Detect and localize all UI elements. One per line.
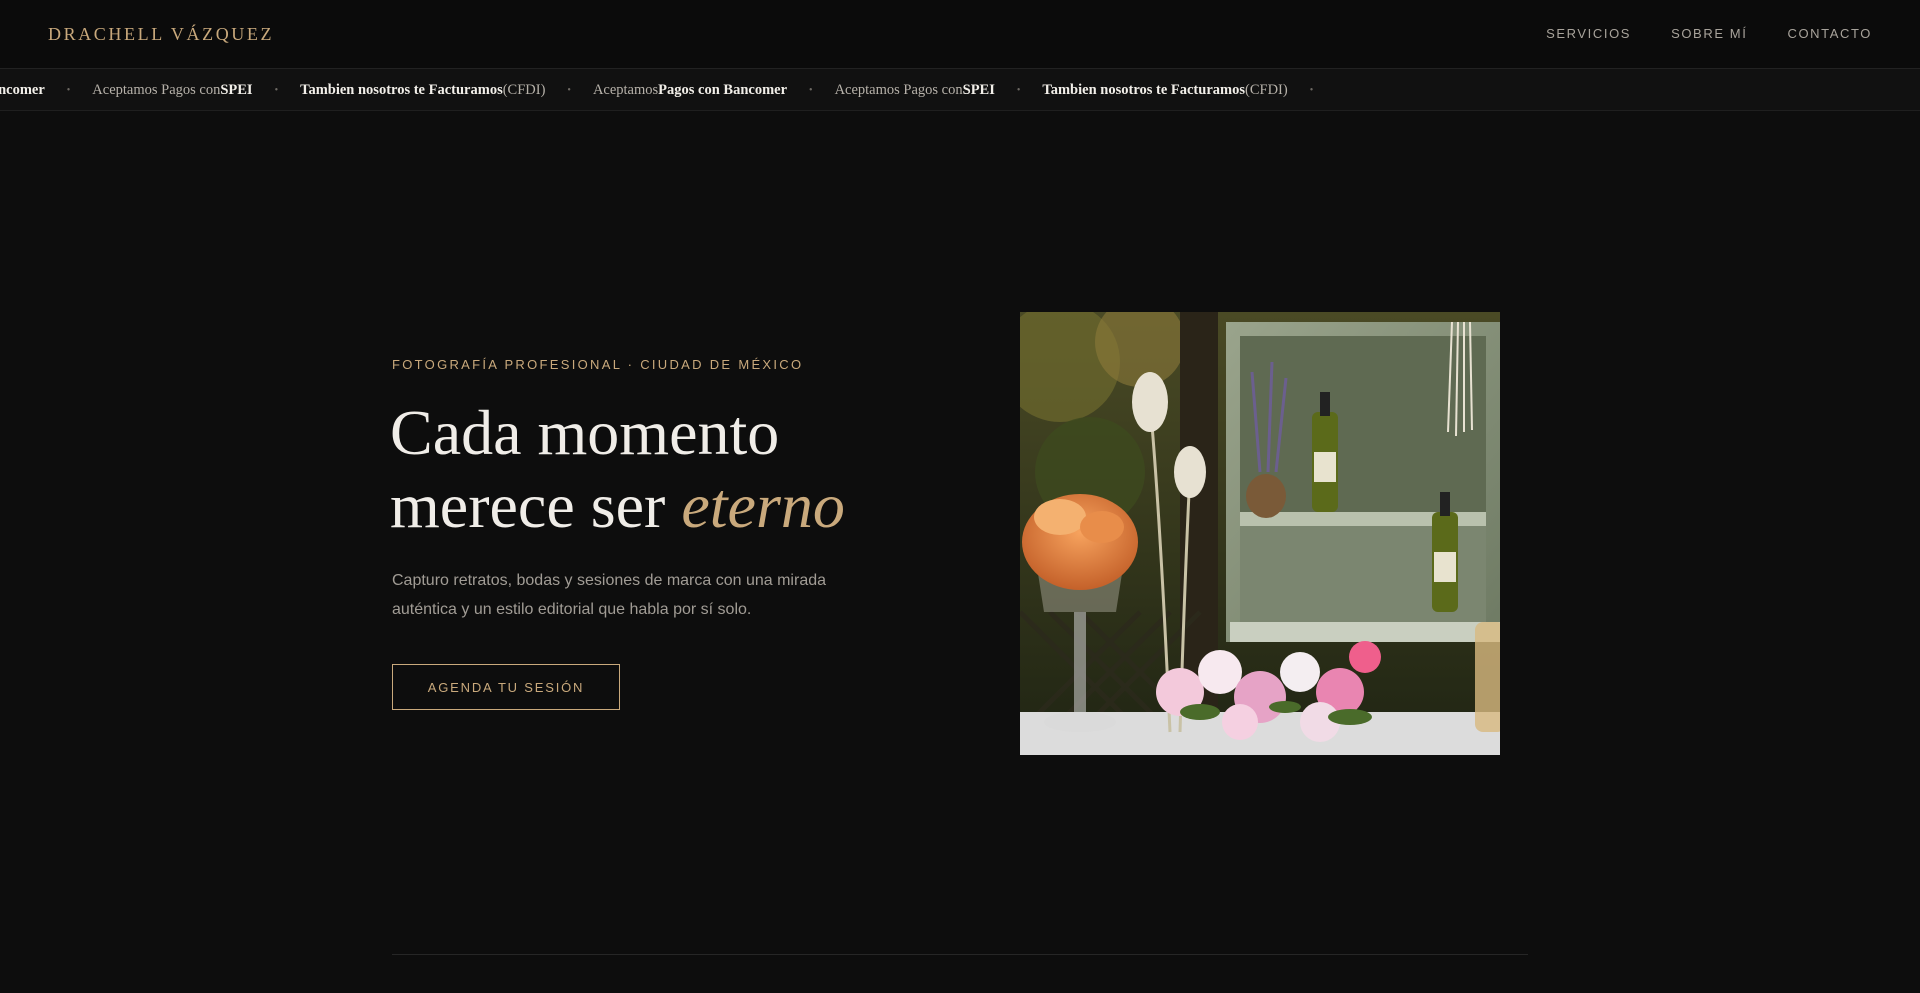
nav-link-contacto[interactable]: CONTACTO: [1787, 26, 1872, 41]
nav-link-sobre-mi[interactable]: SOBRE MÍ: [1671, 26, 1747, 41]
payment-ticker: gos con Bancomer • Aceptamos Pagos con S…: [0, 69, 1920, 111]
ticker-item: gos con Bancomer: [0, 81, 45, 98]
ticker-item: Aceptamos Pagos con Bancomer: [592, 81, 788, 98]
hero-title-accent: eterno: [681, 470, 845, 541]
ticker-item: Tambien nosotros te Facturamos (CFDI): [300, 81, 546, 98]
section-divider: [392, 954, 1528, 955]
ticker-separator: •: [809, 84, 813, 96]
hero-title-line2: merece ser: [390, 470, 682, 541]
hero-title: Cada momento merece ser eterno: [390, 396, 950, 542]
ticker-item: Aceptamos Pagos con SPEI: [92, 81, 253, 98]
ticker-separator: •: [274, 84, 279, 96]
ticker-item: Aceptamos Pagos con SPEI: [834, 81, 995, 98]
site-header: DRACHELL VÁZQUEZ SERVICIOS SOBRE MÍ CONT…: [0, 0, 1920, 69]
brand-logo[interactable]: DRACHELL VÁZQUEZ: [48, 24, 274, 45]
hero-eyebrow: FOTOGRAFÍA PROFESIONAL · CIUDAD DE MÉXIC…: [392, 357, 804, 372]
hero-subtitle: Capturo retratos, bodas y sesiones de ma…: [392, 572, 827, 618]
nav-link-servicios[interactable]: SERVICIOS: [1546, 26, 1631, 41]
ticker-separator: •: [567, 84, 571, 96]
hero-photo: [1020, 312, 1500, 755]
ticker-separator: •: [1016, 84, 1021, 96]
book-session-button[interactable]: AGENDA TU SESIÓN: [392, 664, 620, 710]
main-nav: SERVICIOS SOBRE MÍ CONTACTO: [1546, 26, 1872, 41]
ticker-item: Tambien nosotros te Facturamos (CFDI): [1042, 81, 1288, 98]
ticker-track: gos con Bancomer • Aceptamos Pagos con S…: [0, 69, 1335, 110]
hero-title-line1: Cada momento: [390, 397, 780, 468]
ticker-separator: •: [66, 84, 71, 96]
ticker-separator: •: [1309, 84, 1314, 96]
